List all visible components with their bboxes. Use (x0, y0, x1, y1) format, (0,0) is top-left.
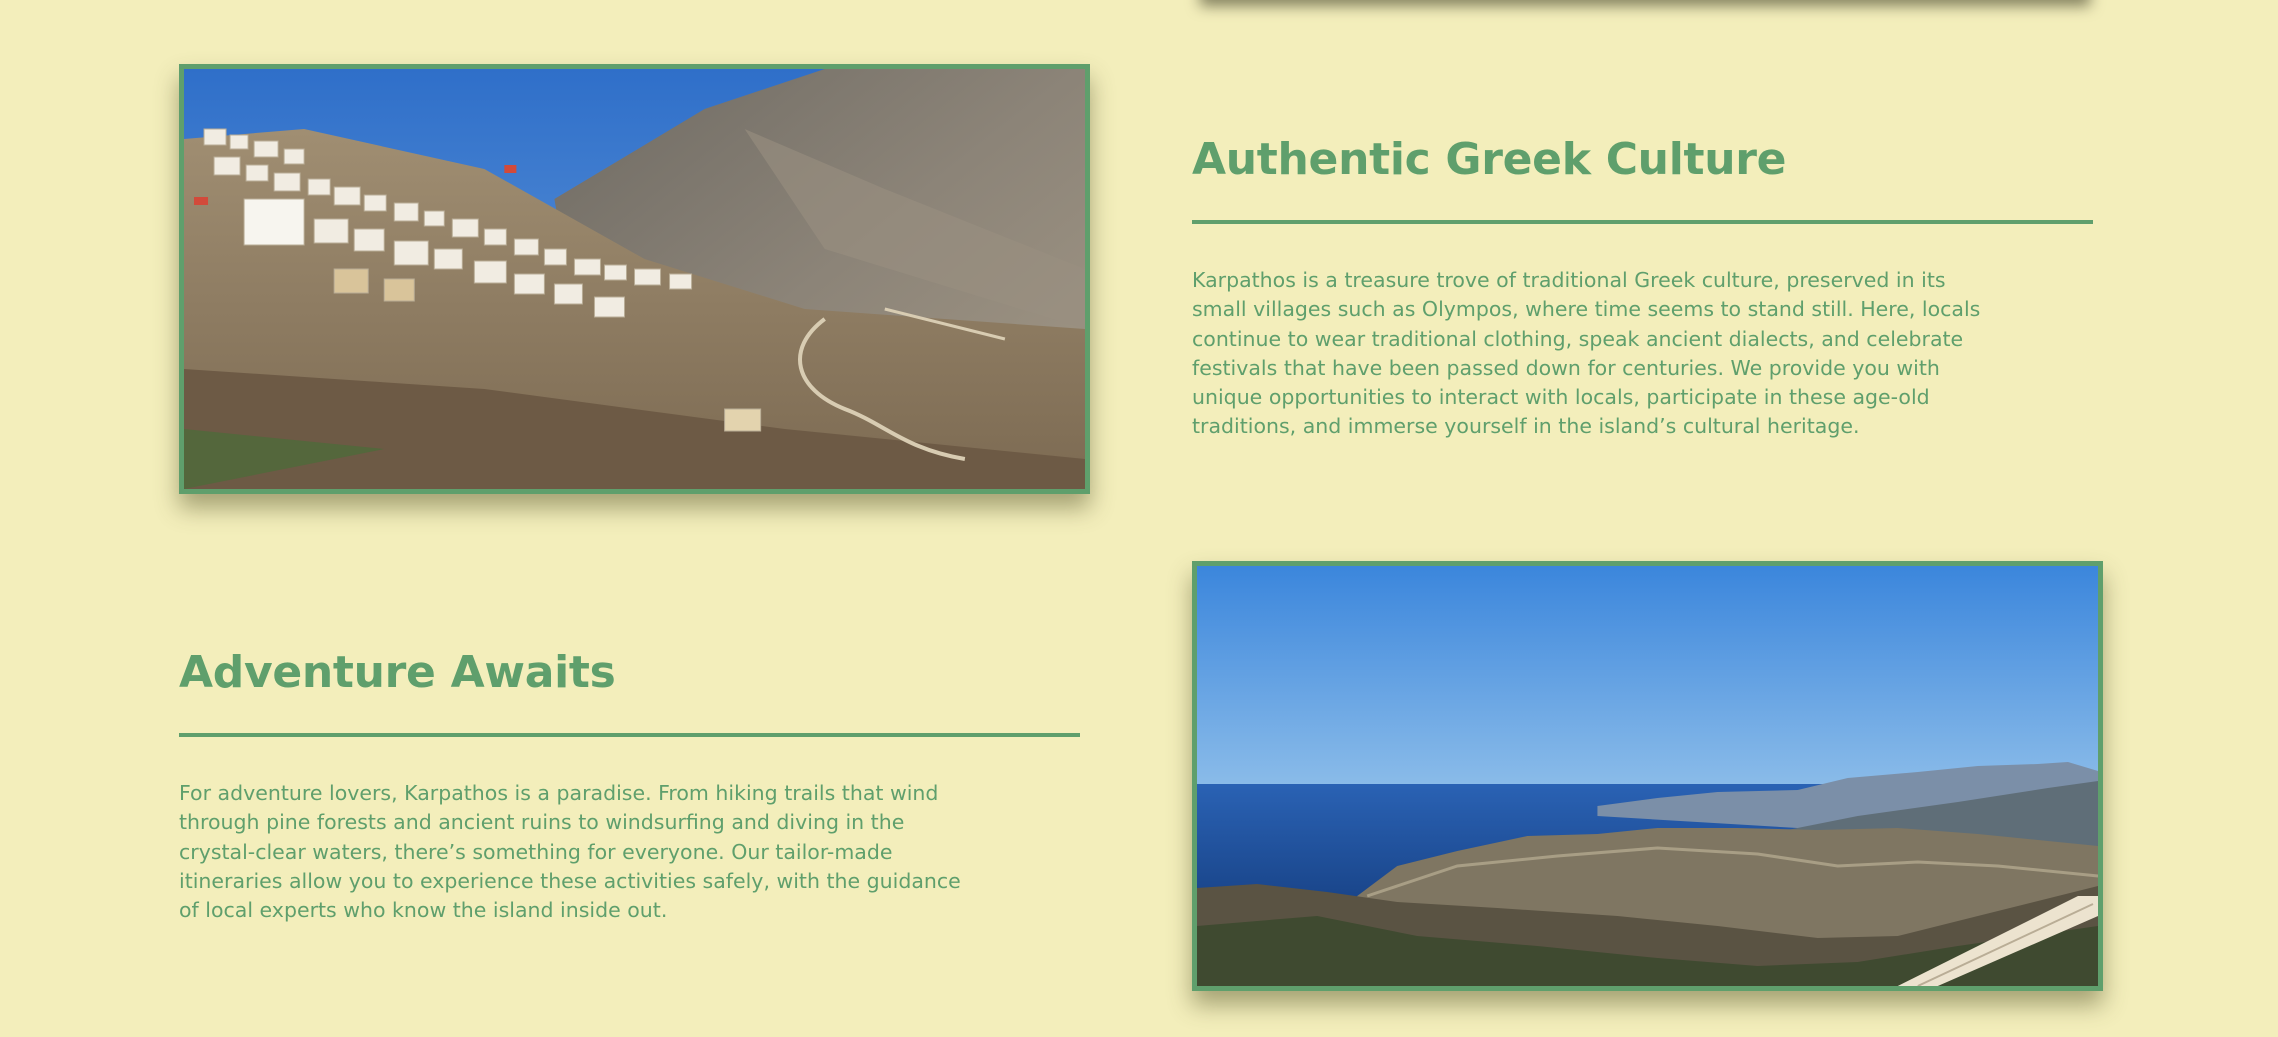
culture-section-divider (1192, 220, 2093, 224)
coastline-photo (1192, 561, 2103, 991)
olympos-village-illustration (184, 69, 1085, 489)
olympos-village-photo (179, 64, 1090, 494)
culture-section: Authentic Greek Culture Karpathos is a t… (1192, 130, 2093, 442)
adventure-section-divider (179, 733, 1080, 737)
culture-section-body: Karpathos is a treasure trove of traditi… (1192, 268, 1981, 439)
page: Authentic Greek Culture Karpathos is a t… (0, 0, 2278, 1037)
adventure-section: Adventure Awaits For adventure lovers, K… (179, 643, 1080, 925)
adventure-section-title: Adventure Awaits (179, 647, 616, 698)
coastline-illustration (1197, 566, 2098, 986)
culture-section-title: Authentic Greek Culture (1192, 134, 1787, 185)
adventure-section-body: For adventure lovers, Karpathos is a par… (179, 781, 961, 923)
